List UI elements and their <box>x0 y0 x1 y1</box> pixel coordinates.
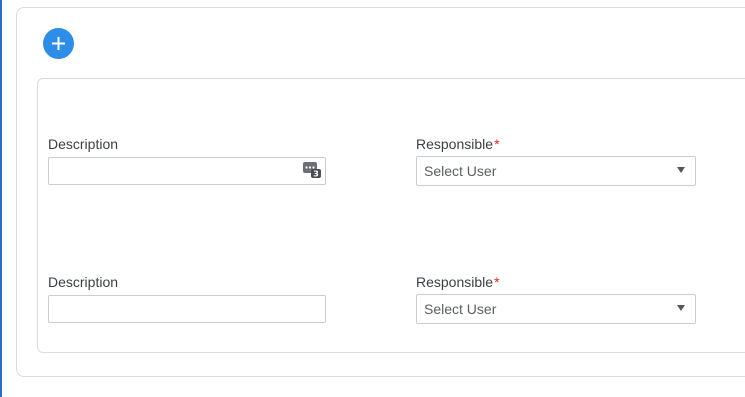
description-label: Description <box>48 136 119 152</box>
responsible-select[interactable]: Select User <box>416 156 696 186</box>
badge-count: 3 <box>313 170 319 179</box>
responsible-select[interactable]: Select User <box>416 294 696 324</box>
chevron-down-icon <box>677 167 685 173</box>
description-input[interactable] <box>48 295 326 323</box>
required-asterisk: * <box>494 274 500 290</box>
required-asterisk: * <box>494 136 500 152</box>
description-label: Description <box>48 274 119 290</box>
plus-icon <box>52 37 65 50</box>
chevron-down-icon <box>677 305 685 311</box>
input-extension-icon[interactable]: 3 <box>303 162 321 178</box>
left-edge-accent <box>0 0 2 397</box>
description-input[interactable] <box>48 157 326 185</box>
add-item-button[interactable] <box>43 28 74 59</box>
responsible-selected-value: Select User <box>424 301 497 317</box>
responsible-label: Responsible* <box>416 136 500 152</box>
responsible-label: Responsible* <box>416 274 500 290</box>
responsible-selected-value: Select User <box>424 163 497 179</box>
